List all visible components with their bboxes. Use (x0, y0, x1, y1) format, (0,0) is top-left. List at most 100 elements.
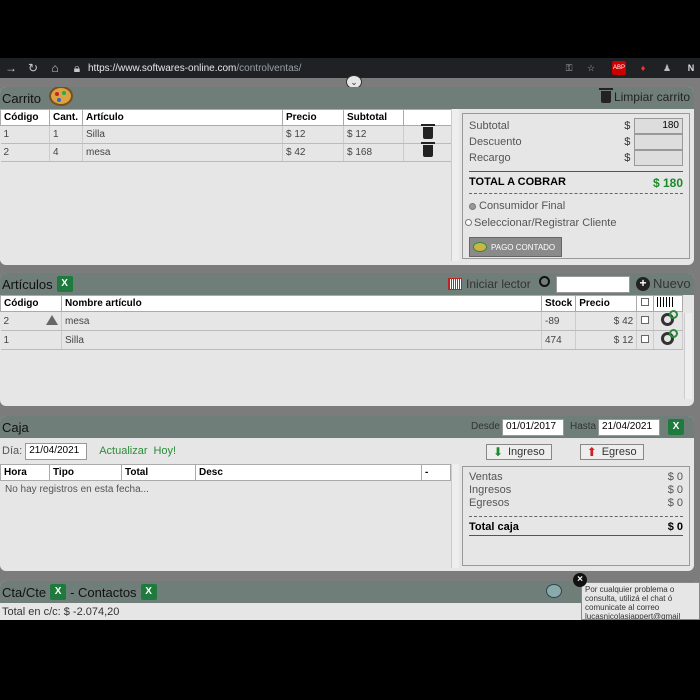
chat-tooltip: Por cualquier problema o consulta, utili… (581, 582, 700, 620)
excel-icon[interactable]: X (56, 276, 73, 292)
summary-recargo-row: Recargo $ (469, 150, 683, 166)
total-caja-label: Total caja (469, 521, 519, 533)
articulos-title: Artículos (2, 276, 53, 292)
back-arrow-icon[interactable]: → (0, 61, 22, 75)
contacts-icon (546, 584, 562, 598)
cell-stock: -89 (541, 311, 577, 331)
url-host: https://www.softwares-online.com (88, 62, 237, 74)
col-stock: Stock (540, 295, 577, 312)
row-checkbox[interactable] (641, 315, 650, 324)
nuevo-label: Nuevo (653, 276, 691, 291)
descuento-label: Descuento (469, 136, 522, 148)
subtotal-field[interactable]: 180 (634, 118, 683, 134)
excel-icon[interactable]: X (50, 584, 67, 600)
articulos-scrollbar[interactable] (684, 313, 692, 399)
arrow-up-icon: ⬆ (586, 445, 597, 459)
caja-scrollbar[interactable] (451, 464, 459, 568)
radio-cliente[interactable]: Seleccionar/Registrar Cliente (465, 214, 683, 231)
adblock-icon[interactable]: ABP (612, 61, 626, 75)
col-codigo: Código (0, 109, 50, 126)
cell-delete (403, 124, 452, 144)
barcode-icon (448, 278, 462, 290)
recargo-currency: $ (624, 152, 631, 164)
actualizar-link[interactable]: Actualizar (99, 445, 147, 457)
cell-precio: $ 42 (575, 311, 638, 331)
gear-icon[interactable] (661, 329, 679, 345)
extension-red-icon[interactable]: ♦ (636, 61, 650, 75)
select-all-checkbox[interactable] (641, 298, 650, 306)
cell-cant: 1 (49, 125, 83, 144)
cell-cant: 4 (49, 143, 83, 162)
clear-cart-button[interactable]: Limpiar carrito (598, 88, 690, 104)
col-codigo: Código (0, 295, 62, 312)
cell-precio: $ 12 (282, 125, 344, 144)
articulos-table-wrap: Código Nombre artículo Stock Precio 2 me… (0, 295, 692, 403)
total-caja-row: Total caja $ 0 (469, 516, 683, 536)
search-icon (539, 276, 550, 287)
url-bar[interactable]: https://www.softwares-online.com/control… (88, 63, 301, 74)
articulos-table: Código Nombre artículo Stock Precio 2 me… (0, 295, 683, 350)
col-precio: Precio (575, 295, 638, 312)
extension-figure-icon[interactable]: ♟ (660, 61, 674, 75)
nuevo-button[interactable]: + Nuevo (636, 276, 691, 291)
cell-nombre: Silla (61, 330, 542, 350)
ingresos-row: Ingresos $ 0 (469, 484, 683, 497)
reload-icon[interactable]: ↻ (22, 61, 44, 75)
star-icon[interactable]: ☆ (584, 61, 598, 75)
codigo-value: 2 (3, 315, 10, 327)
hasta-date-input[interactable]: 21/04/2021 (598, 419, 660, 436)
pago-contado-button[interactable]: PAGO CONTADO (469, 237, 562, 257)
clear-cart-label: Limpiar carrito (613, 90, 690, 104)
iniciar-lector-button[interactable]: Iniciar lector (448, 277, 531, 291)
extension-n-icon[interactable]: N (684, 61, 698, 75)
caja-summary: Ventas $ 0 Ingresos $ 0 Egresos $ 0 Tota… (462, 466, 690, 566)
cell-delete (403, 142, 452, 162)
carrito-scrollbar[interactable] (451, 109, 459, 261)
row-checkbox[interactable] (641, 334, 650, 343)
hoy-link[interactable]: Hoy! (153, 445, 176, 457)
screen-frame: → ↻ ⌂ 🔒︎ https://www.softwares-online.co… (0, 58, 700, 620)
cta-title: Cta/Cte (2, 584, 47, 600)
cell-codigo: 2 (0, 143, 50, 162)
col-dash: - (421, 464, 451, 481)
contactos-label: - Contactos (70, 584, 137, 600)
dia-date-input[interactable]: 21/04/2021 (25, 442, 88, 460)
cell-articulo: mesa (82, 143, 283, 162)
app-area: ⌄ Carrito Limpiar carrito Código Cant. A… (0, 75, 700, 620)
caja-empty-message: No hay registros en esta fecha... (5, 484, 149, 495)
cell-precio: $ 12 (575, 330, 638, 350)
articulos-header: Artículos X Iniciar lector + Nuevo (0, 273, 694, 295)
excel-icon[interactable]: X (668, 419, 684, 435)
table-row[interactable]: 2 mesa -89 $ 42 (0, 310, 683, 331)
search-input[interactable] (556, 276, 630, 293)
barcode-icon[interactable] (657, 297, 676, 307)
desde-date-input[interactable]: 01/01/2017 (502, 419, 564, 436)
excel-icon[interactable]: X (140, 584, 157, 600)
trash-icon[interactable] (420, 124, 435, 139)
recargo-field[interactable] (634, 150, 683, 166)
ingreso-button[interactable]: ⬇ Ingreso (486, 444, 552, 460)
trash-icon[interactable] (420, 142, 435, 157)
egresos-row: Egresos $ 0 (469, 497, 683, 510)
radio-consumidor[interactable]: Consumidor Final (469, 198, 683, 214)
col-precio: Precio (282, 109, 344, 126)
key-icon[interactable]: ⚿ (562, 61, 576, 75)
ingresos-label: Ingresos (469, 484, 512, 496)
ingreso-label: Ingreso (508, 446, 545, 458)
close-icon[interactable]: × (573, 573, 587, 587)
carrito-header: Carrito Limpiar carrito (0, 87, 694, 109)
gear-icon[interactable] (661, 310, 679, 326)
egreso-button[interactable]: ⬆ Egreso (579, 444, 644, 460)
home-icon[interactable]: ⌂ (44, 61, 66, 75)
palette-icon (49, 87, 74, 106)
chat-text-3: comunicate al correo (585, 603, 660, 612)
ventas-row: Ventas $ 0 (469, 471, 683, 484)
caja-panel: Caja Desde 01/01/2017 Hasta 21/04/2021 X… (0, 416, 694, 571)
total-caja-value: $ 0 (667, 521, 683, 533)
caja-table: Hora Tipo Total Desc - (0, 464, 451, 481)
ventas-label: Ventas (469, 471, 503, 483)
table-row[interactable]: 1 Silla 474 $ 12 (0, 329, 683, 350)
lock-icon: 🔒︎ (73, 60, 81, 75)
col-cant: Cant. (49, 109, 83, 126)
descuento-field[interactable] (634, 134, 683, 150)
